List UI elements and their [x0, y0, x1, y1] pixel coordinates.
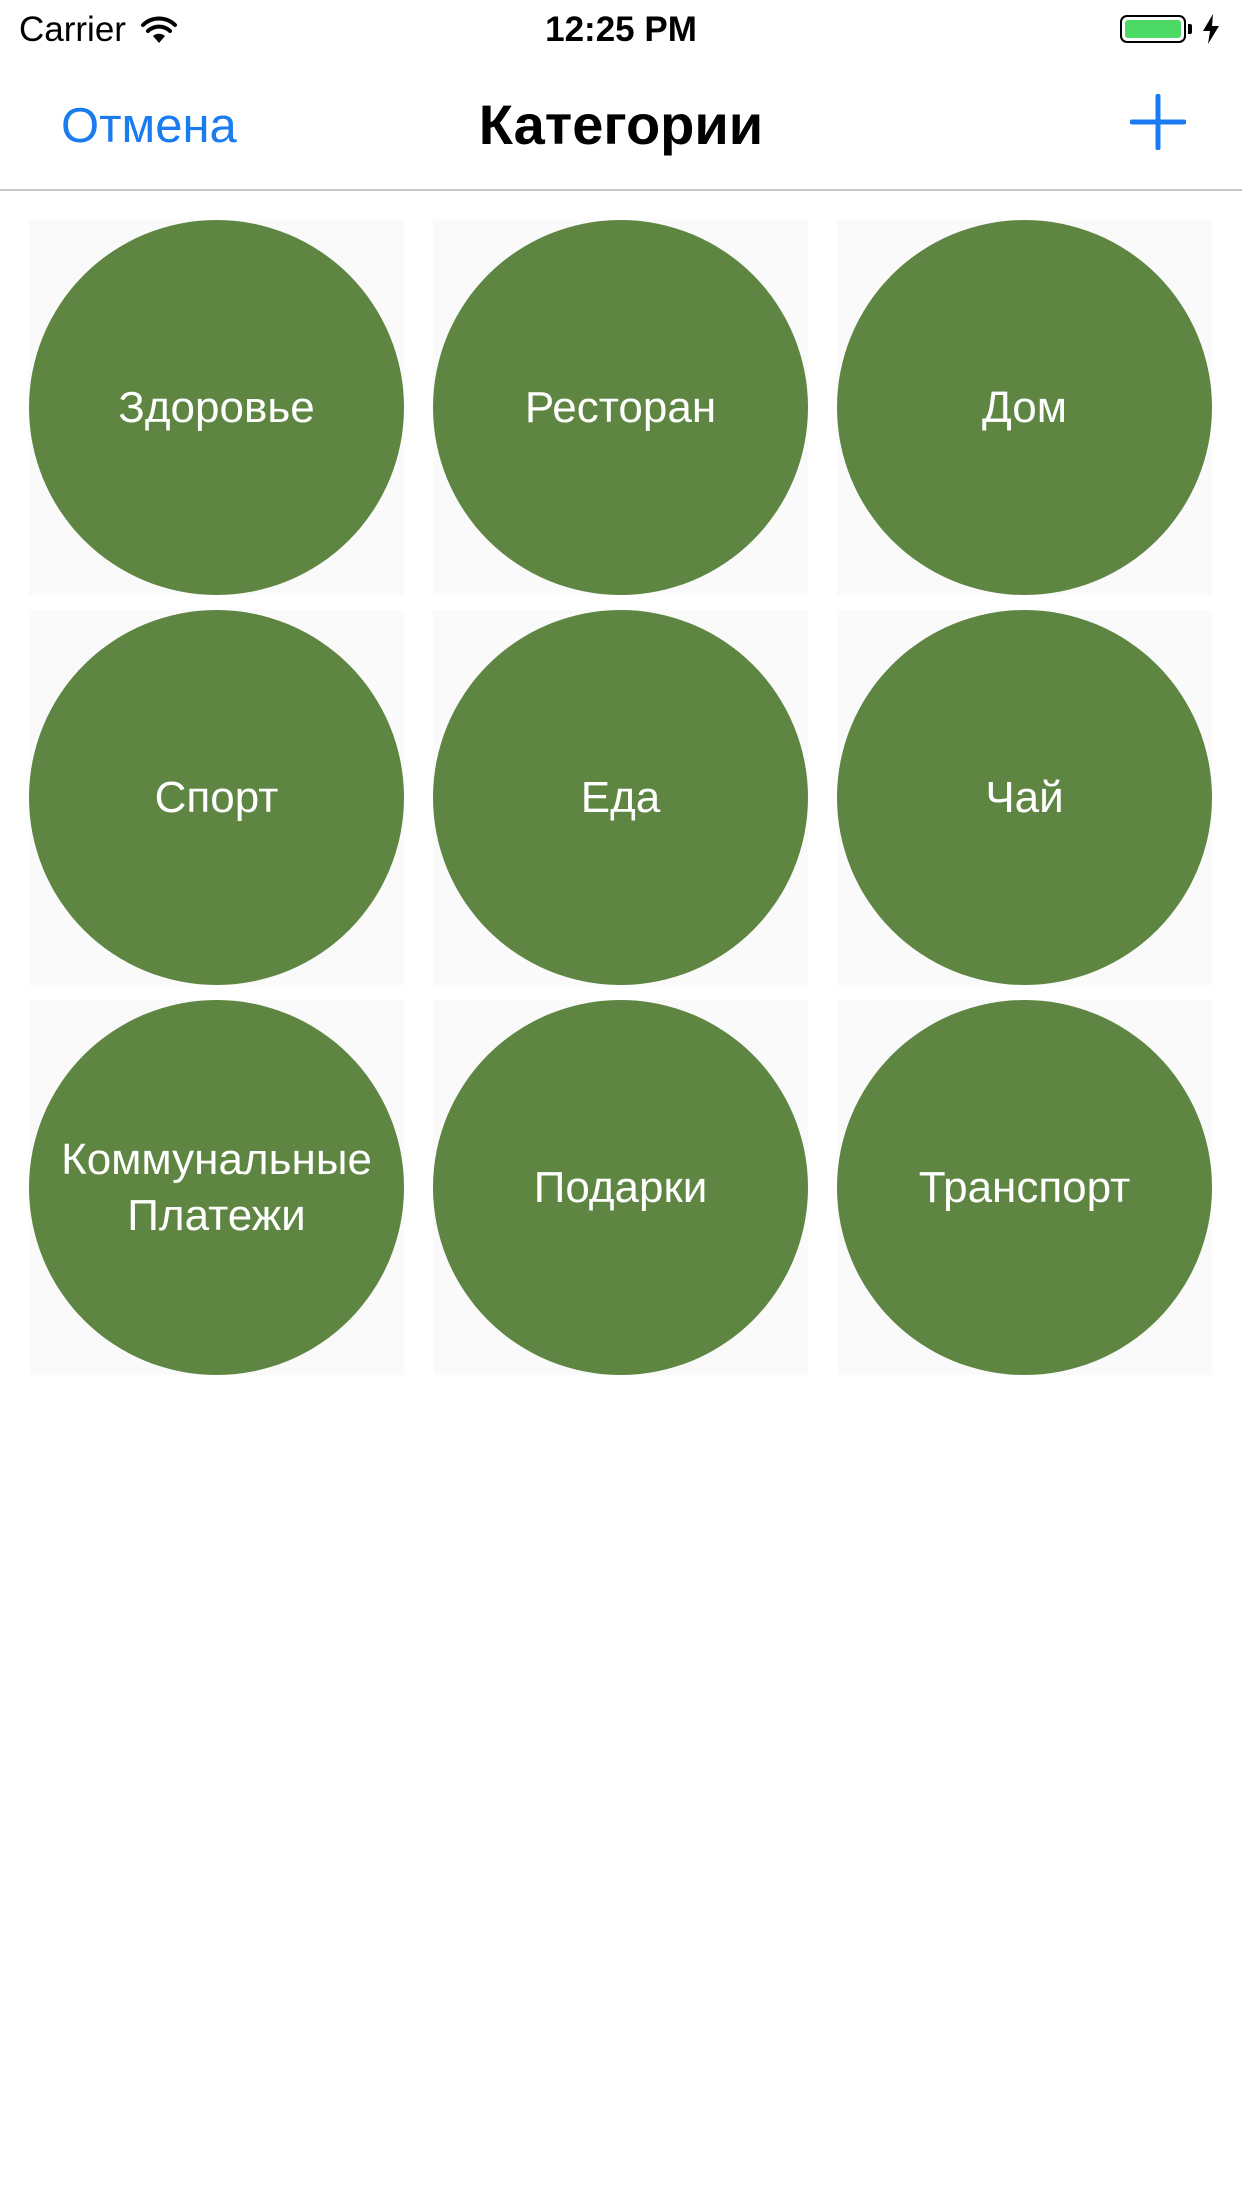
category-label: Ресторан	[524, 382, 717, 432]
category-circle: Дом	[837, 220, 1212, 595]
status-time: 12:25 PM	[545, 10, 697, 49]
category-cell[interactable]: Коммунальные Платежи	[29, 1000, 404, 1375]
categories-screen: Carrier 12:25 PM Отмена Категории Здоров…	[0, 0, 1242, 2208]
category-cell[interactable]: Дом	[837, 220, 1212, 595]
category-label: Транспорт	[918, 1162, 1131, 1212]
category-circle: Транспорт	[837, 1000, 1212, 1375]
charging-bolt-icon	[1203, 14, 1219, 44]
status-bar: Carrier 12:25 PM	[0, 0, 1242, 60]
category-cell[interactable]: Транспорт	[837, 1000, 1212, 1375]
category-cell[interactable]: Еда	[433, 610, 808, 985]
battery-level	[1125, 20, 1181, 38]
category-grid: Здоровье Ресторан Дом Спорт Еда Чай Комм…	[29, 220, 1213, 1375]
category-circle: Здоровье	[29, 220, 404, 595]
navigation-bar: Отмена Категории	[0, 60, 1242, 191]
page-title: Категории	[478, 93, 764, 156]
battery-indicator	[1120, 14, 1220, 44]
category-label: Спорт	[154, 772, 279, 822]
category-cell[interactable]: Чай	[837, 610, 1212, 985]
category-circle: Подарки	[433, 1000, 808, 1375]
category-label: Подарки	[533, 1162, 708, 1212]
battery-icon	[1120, 15, 1186, 43]
battery-tip	[1188, 24, 1192, 34]
category-cell[interactable]: Здоровье	[29, 220, 404, 595]
category-circle: Ресторан	[433, 220, 808, 595]
category-label: Здоровье	[118, 382, 315, 432]
plus-icon	[1129, 93, 1187, 151]
add-category-button[interactable]	[1129, 93, 1187, 151]
category-label: Коммунальные Платежи	[61, 1134, 372, 1240]
category-circle: Спорт	[29, 610, 404, 985]
category-label: Дом	[981, 382, 1067, 432]
category-cell[interactable]: Подарки	[433, 1000, 808, 1375]
category-cell[interactable]: Спорт	[29, 610, 404, 985]
category-circle: Чай	[837, 610, 1212, 985]
category-label: Чай	[985, 772, 1064, 822]
category-circle: Еда	[433, 610, 808, 985]
category-label: Еда	[580, 772, 661, 822]
category-circle: Коммунальные Платежи	[29, 1000, 404, 1375]
category-cell[interactable]: Ресторан	[433, 220, 808, 595]
